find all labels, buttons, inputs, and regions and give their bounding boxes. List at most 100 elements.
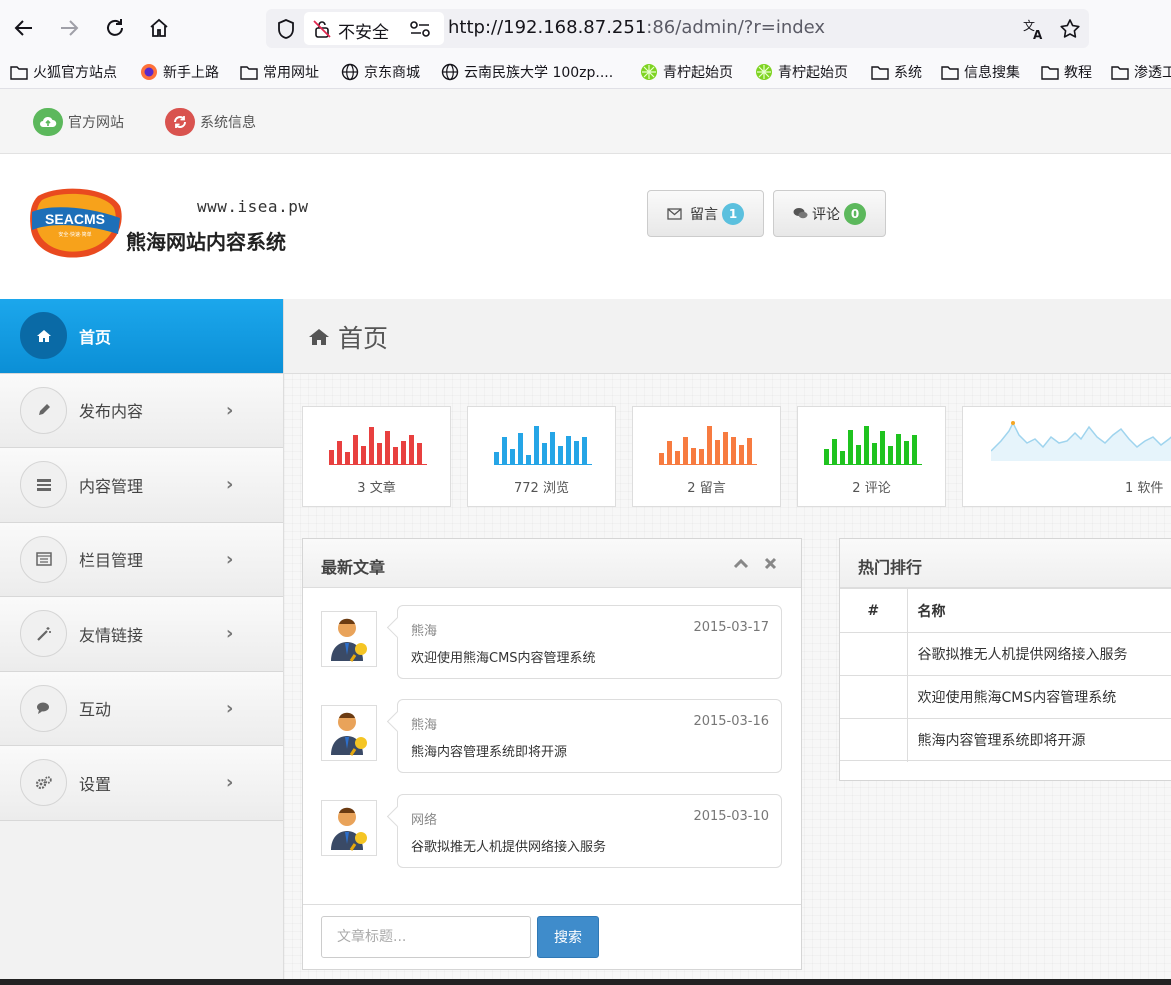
close-icon[interactable]	[764, 557, 777, 570]
window-icon	[20, 535, 67, 583]
sidebar-item-label: 栏目管理	[79, 551, 144, 571]
article-date: 2015-03-17	[693, 620, 769, 635]
chevron-right-icon: ›	[226, 548, 234, 570]
sidebar-item-label: 发布内容	[79, 402, 144, 422]
column-header-num: #	[840, 588, 908, 633]
article-title[interactable]: 熊海内容管理系统即将开源	[411, 741, 567, 760]
bookmark-label: 教程	[1064, 65, 1092, 81]
bookmark-label: 渗透工	[1134, 65, 1171, 81]
sparkline-bars	[659, 423, 752, 465]
official-site-link[interactable]: 官方网站	[33, 108, 124, 136]
permissions-icon[interactable]	[408, 19, 432, 39]
url-text[interactable]: http://192.168.87.251:86/admin/?r=index	[448, 17, 825, 38]
rank-name[interactable]: 谷歌拟推无人机提供网络接入服务	[907, 632, 1171, 676]
bookmark-item[interactable]: 渗透工	[1111, 62, 1171, 82]
article-title[interactable]: 谷歌拟推无人机提供网络接入服务	[411, 836, 606, 855]
bookmark-item[interactable]: 京东商城	[341, 62, 420, 82]
chevron-up-icon[interactable]	[733, 557, 749, 569]
table-row[interactable]: 谷歌拟推无人机提供网络接入服务	[840, 632, 1171, 676]
refresh-icon	[165, 108, 195, 136]
sidebar-item-label: 首页	[79, 327, 112, 347]
stat-label: 2 评论	[852, 481, 891, 496]
system-info-label: 系统信息	[200, 115, 256, 131]
table-row[interactable]: 熊海内容管理系统即将开源	[840, 718, 1171, 762]
bookmark-item[interactable]: 系统	[871, 62, 922, 82]
page-title: 首页	[338, 324, 389, 353]
sidebar-item-interaction[interactable]: 互动 ›	[0, 671, 283, 746]
panel-header: 热门排行	[840, 539, 1171, 588]
user-avatar-icon	[321, 611, 377, 667]
sidebar-item-label: 设置	[79, 774, 112, 794]
bookmark-item[interactable]: 常用网址	[240, 62, 319, 82]
logo-text: SEACMS	[45, 211, 105, 227]
bookmark-label: 云南民族大学 100zp....	[464, 65, 614, 81]
security-indicator[interactable]: 不安全	[304, 12, 444, 45]
stat-software[interactable]: 1 软件	[962, 406, 1171, 507]
search-button[interactable]: 搜索	[537, 916, 599, 958]
url-bar[interactable]: 不安全 http://192.168.87.251:86/admin/?r=in…	[266, 9, 1089, 48]
cloud-upload-icon	[33, 108, 63, 136]
official-site-label: 官方网站	[68, 115, 124, 131]
stat-label: 772 浏览	[514, 481, 569, 496]
article-item[interactable]: 熊海 2015-03-16 熊海内容管理系统即将开源	[321, 699, 783, 773]
article-search-input[interactable]	[321, 916, 531, 958]
bookmarks-bar: 火狐官方站点 新手上路 常用网址 京东商城 云南民族大学 100zp.... 青…	[0, 56, 1171, 89]
home-icon	[308, 327, 330, 347]
bookmark-label: 新手上路	[163, 65, 219, 81]
article-item[interactable]: 熊海 2015-03-17 欢迎使用熊海CMS内容管理系统	[321, 605, 783, 679]
bookmark-item[interactable]: 青柠起始页	[755, 62, 848, 82]
folder-icon	[871, 63, 889, 81]
sidebar-item-columns[interactable]: 栏目管理 ›	[0, 522, 283, 597]
system-info-link[interactable]: 系统信息	[165, 108, 256, 136]
back-icon[interactable]	[10, 14, 38, 42]
globe-icon	[441, 63, 459, 81]
sidebar-item-content[interactable]: 内容管理 ›	[0, 448, 283, 523]
article-title[interactable]: 欢迎使用熊海CMS内容管理系统	[411, 647, 596, 666]
stat-messages[interactable]: 2 留言	[632, 406, 781, 507]
stat-articles[interactable]: 3 文章	[302, 406, 451, 507]
article-date: 2015-03-16	[693, 714, 769, 729]
article-item[interactable]: 网络 2015-03-10 谷歌拟推无人机提供网络接入服务	[321, 794, 783, 868]
messages-button[interactable]: 留言 1	[647, 190, 764, 237]
bookmark-item[interactable]: 信息搜集	[941, 62, 1020, 82]
sparkline-baseline	[659, 464, 757, 465]
messages-label: 留言	[690, 206, 718, 223]
chevron-right-icon: ›	[226, 474, 234, 496]
folder-icon	[941, 63, 959, 81]
sidebar-item-home[interactable]: 首页	[0, 299, 283, 374]
rank-num	[840, 718, 908, 762]
sidebar-item-links[interactable]: 友情链接 ›	[0, 597, 283, 672]
sparkline-baseline	[329, 464, 427, 465]
bookmark-item[interactable]: 青柠起始页	[640, 62, 733, 82]
comments-icon	[20, 684, 67, 732]
comments-button[interactable]: 评论 0	[773, 190, 886, 237]
bookmark-item[interactable]: 教程	[1041, 62, 1092, 82]
stat-label: 1 软件	[1125, 481, 1164, 496]
rank-name[interactable]: 熊海内容管理系统即将开源	[907, 718, 1171, 762]
home-icon	[20, 312, 67, 360]
table-row[interactable]: 欢迎使用熊海CMS内容管理系统	[840, 675, 1171, 719]
article-bubble: 熊海 2015-03-16 熊海内容管理系统即将开源	[397, 699, 782, 773]
bookmark-item[interactable]: 新手上路	[140, 62, 219, 82]
messages-count-badge: 1	[722, 202, 744, 225]
bookmark-star-icon[interactable]	[1058, 17, 1082, 41]
stat-comments[interactable]: 2 评论	[797, 406, 946, 507]
bookmark-item[interactable]: 云南民族大学 100zp....	[441, 62, 613, 82]
article-author: 熊海	[411, 718, 438, 733]
reload-icon[interactable]	[101, 14, 129, 42]
shield-icon[interactable]	[274, 17, 298, 41]
seacms-logo[interactable]: SEACMS 安全·快速·简单	[28, 184, 124, 260]
article-author: 网络	[411, 813, 438, 828]
translate-icon[interactable]: 文A	[1022, 17, 1046, 42]
sidebar-item-settings[interactable]: 设置 ›	[0, 746, 283, 821]
rank-name[interactable]: 欢迎使用熊海CMS内容管理系统	[907, 675, 1171, 719]
sparkline-baseline	[494, 464, 592, 465]
insecure-lock-icon	[312, 19, 332, 39]
bookmark-item[interactable]: 火狐官方站点	[10, 62, 117, 82]
forward-icon[interactable]	[55, 14, 83, 42]
stat-views[interactable]: 772 浏览	[467, 406, 616, 507]
sidebar-item-publish[interactable]: 发布内容 ›	[0, 373, 283, 448]
home-icon[interactable]	[145, 14, 173, 42]
sidebar-item-label: 互动	[79, 700, 112, 720]
folder-icon	[240, 63, 258, 81]
